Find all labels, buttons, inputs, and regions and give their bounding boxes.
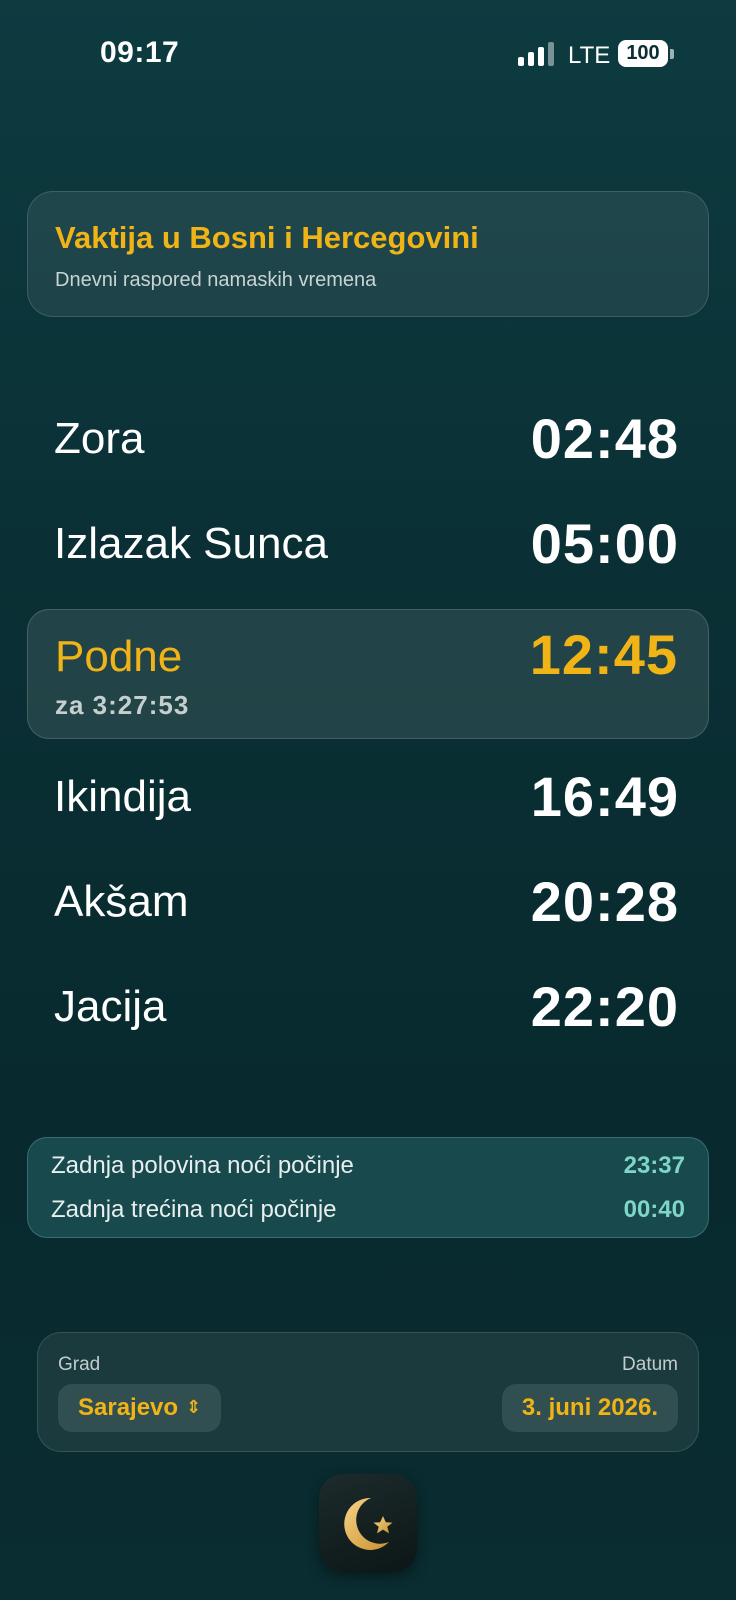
app-icon[interactable] bbox=[319, 1474, 417, 1572]
status-time: 09:17 bbox=[100, 36, 180, 69]
countdown-text: za 3:27:53 bbox=[55, 690, 190, 720]
page-title: Vaktija u Bosni i Hercegovini bbox=[55, 220, 479, 255]
prayer-name: Akšam bbox=[54, 877, 189, 926]
network-type: LTE bbox=[568, 42, 611, 69]
signal-icon bbox=[518, 42, 556, 66]
page-subtitle: Dnevni raspored namaskih vremena bbox=[55, 269, 377, 291]
city-picker[interactable]: Sarajevo ⇕ bbox=[58, 1384, 222, 1432]
night-half-time: 23:37 bbox=[623, 1152, 685, 1179]
prayer-row-podne-current: Podne 12:45 za 3:27:53 bbox=[27, 609, 709, 739]
prayer-time: 05:00 bbox=[530, 512, 679, 575]
prayer-name: Zora bbox=[54, 414, 145, 463]
settings-card: Grad Datum Sarajevo ⇕ 3. juni 2026. bbox=[37, 1332, 699, 1452]
prayer-row-ikindija: Ikindija 16:49 bbox=[27, 750, 709, 854]
prayer-time: 12:45 bbox=[529, 623, 678, 686]
battery-tip bbox=[670, 49, 674, 59]
chevron-up-down-icon: ⇕ bbox=[186, 1397, 202, 1417]
prayer-time: 20:28 bbox=[530, 870, 679, 933]
date-value: 3. juni 2026. bbox=[521, 1394, 658, 1421]
prayer-row-aksam: Akšam 20:28 bbox=[27, 855, 709, 959]
date-label: Datum bbox=[622, 1354, 678, 1375]
prayer-time: 22:20 bbox=[530, 975, 679, 1038]
prayer-name: Ikindija bbox=[54, 772, 191, 821]
status-bar: 09:17 LTE 100 bbox=[0, 0, 736, 110]
prayer-time: 02:48 bbox=[530, 407, 679, 470]
prayer-time: 16:49 bbox=[530, 765, 679, 828]
prayer-name: Jacija bbox=[54, 982, 167, 1031]
prayer-name: Izlazak Sunca bbox=[54, 519, 328, 568]
night-third-label: Zadnja trećina noći počinje bbox=[51, 1196, 337, 1223]
city-value: Sarajevo bbox=[78, 1394, 179, 1421]
city-label: Grad bbox=[58, 1354, 101, 1375]
prayer-row-jacija: Jacija 22:20 bbox=[27, 960, 709, 1064]
prayer-row-zora: Zora 02:48 bbox=[27, 392, 709, 496]
battery-icon: 100 bbox=[618, 40, 668, 67]
prayer-name: Podne bbox=[55, 632, 183, 681]
night-third-time: 00:40 bbox=[623, 1196, 685, 1223]
header-card: Vaktija u Bosni i Hercegovini Dnevni ras… bbox=[27, 191, 709, 317]
night-info-card: Zadnja polovina noći počinje 23:37 Zadnj… bbox=[27, 1137, 709, 1238]
crescent-star-icon bbox=[344, 1497, 393, 1550]
date-picker[interactable]: 3. juni 2026. bbox=[501, 1384, 678, 1432]
night-half-label: Zadnja polovina noći počinje bbox=[51, 1152, 354, 1179]
prayer-row-izlazak-sunca: Izlazak Sunca 05:00 bbox=[27, 497, 709, 601]
